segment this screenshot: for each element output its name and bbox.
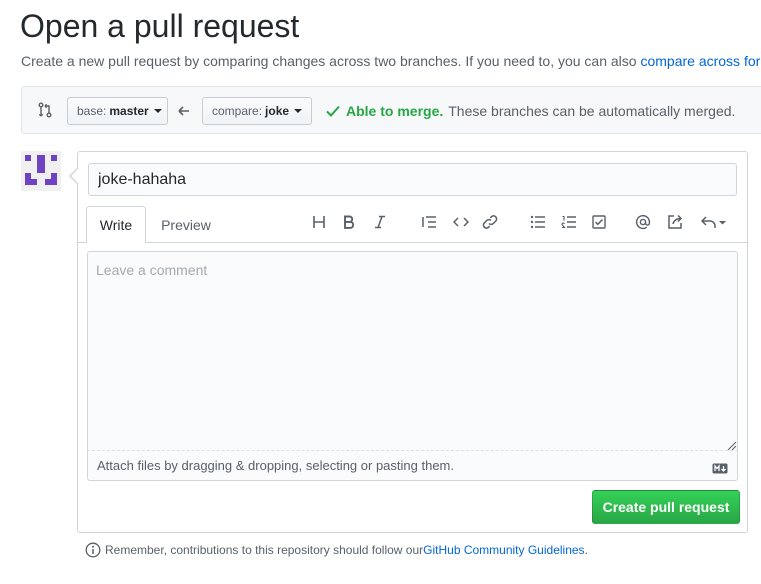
bold-icon[interactable] — [338, 211, 360, 233]
chevron-down-icon — [294, 109, 303, 113]
unordered-list-icon[interactable] — [527, 211, 549, 233]
create-pull-request-button[interactable]: Create pull request — [592, 490, 740, 524]
merge-ok-label: Able to merge. — [346, 103, 444, 119]
base-branch-select[interactable]: base: master — [67, 97, 168, 125]
compare-branch-select[interactable]: compare: joke — [202, 97, 312, 125]
resize-handle-icon[interactable] — [727, 438, 737, 451]
comment-textarea[interactable] — [87, 251, 738, 451]
git-compare-icon — [37, 102, 53, 123]
compare-prefix: compare: — [212, 104, 263, 118]
subtitle-text: Create a new pull request by comparing c… — [21, 53, 641, 69]
ordered-list-icon[interactable] — [558, 211, 580, 233]
attach-files-text: Attach files by dragging & dropping, sel… — [97, 458, 454, 473]
link-icon[interactable] — [479, 211, 501, 233]
page-title: Open a pull request — [20, 8, 300, 44]
arrow-left-icon — [177, 104, 191, 123]
task-list-icon[interactable] — [588, 211, 610, 233]
reference-icon[interactable] — [664, 211, 686, 233]
tab-preview[interactable]: Preview — [150, 206, 222, 243]
quote-icon[interactable] — [418, 211, 440, 233]
compare-branch-name: joke — [265, 104, 290, 118]
chevron-down-icon — [153, 109, 162, 113]
avatar[interactable] — [21, 151, 61, 191]
reply-icon[interactable] — [697, 211, 729, 233]
branch-range-bar: base: master compare: joke Able to merge. … — [21, 86, 761, 134]
italic-icon[interactable] — [369, 211, 391, 233]
markdown-icon[interactable] — [712, 461, 728, 479]
info-icon — [85, 542, 101, 558]
base-prefix: base: — [77, 104, 107, 118]
contribution-guidelines-note: Remember, contributions to this reposito… — [85, 542, 588, 558]
base-branch-name: master — [109, 104, 149, 118]
form-pointer-inner — [71, 169, 78, 183]
pull-request-title-input[interactable] — [88, 163, 737, 196]
compare-forks-link[interactable]: compare across forks — [640, 53, 761, 69]
check-icon — [326, 105, 340, 117]
header-icon[interactable] — [308, 211, 330, 233]
community-guidelines-link[interactable]: GitHub Community Guidelines — [423, 543, 584, 557]
footer-end: . — [584, 543, 588, 557]
merge-description: These branches can be automatically merg… — [448, 103, 736, 119]
page-subtitle: Create a new pull request by comparing c… — [21, 53, 761, 69]
merge-status: Able to merge. These branches can be aut… — [326, 103, 735, 119]
mention-icon[interactable] — [632, 211, 654, 233]
code-icon[interactable] — [450, 211, 472, 233]
attach-files-bar[interactable]: Attach files by dragging & dropping, sel… — [87, 451, 738, 481]
tab-write[interactable]: Write — [86, 206, 146, 243]
footer-text: Remember, contributions to this reposito… — [105, 543, 424, 557]
